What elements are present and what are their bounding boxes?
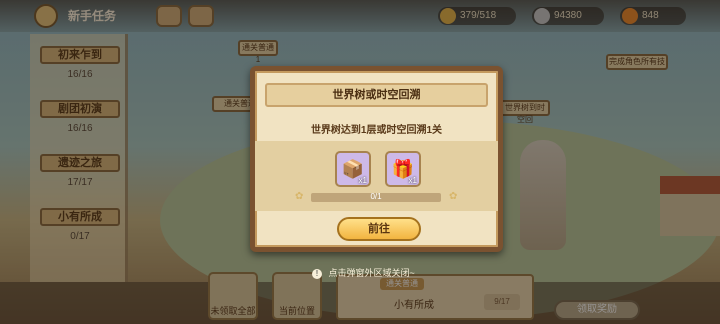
reward-item[interactable]: 📦 x1 <box>335 151 371 187</box>
reward-area: 📦 x1 🎁 x1 ✿ ✿ 0/1 <box>255 141 498 211</box>
dialog-title: 世界树或时空回溯 <box>265 83 488 107</box>
reward-item[interactable]: 🎁 x1 <box>385 151 421 187</box>
go-button[interactable]: 前往 <box>337 217 421 241</box>
progress-text: 0/1 <box>370 192 382 201</box>
task-dialog: 世界树或时空回溯 世界树达到1层或时空回溯1关 📦 x1 🎁 x1 ✿ ✿ 0/… <box>250 66 503 252</box>
info-icon: ! <box>312 269 322 279</box>
reward-count: x1 <box>408 176 417 185</box>
dialog-description: 世界树达到1层或时空回溯1关 <box>310 125 443 136</box>
reward-count: x1 <box>358 176 367 185</box>
close-hint-text: 点击弹窗外区域关闭~ <box>328 268 415 278</box>
flower-ornament-icon: ✿ <box>295 191 304 202</box>
flower-ornament-icon: ✿ <box>449 191 458 202</box>
close-hint: ! 点击弹窗外区域关闭~ <box>312 266 415 280</box>
